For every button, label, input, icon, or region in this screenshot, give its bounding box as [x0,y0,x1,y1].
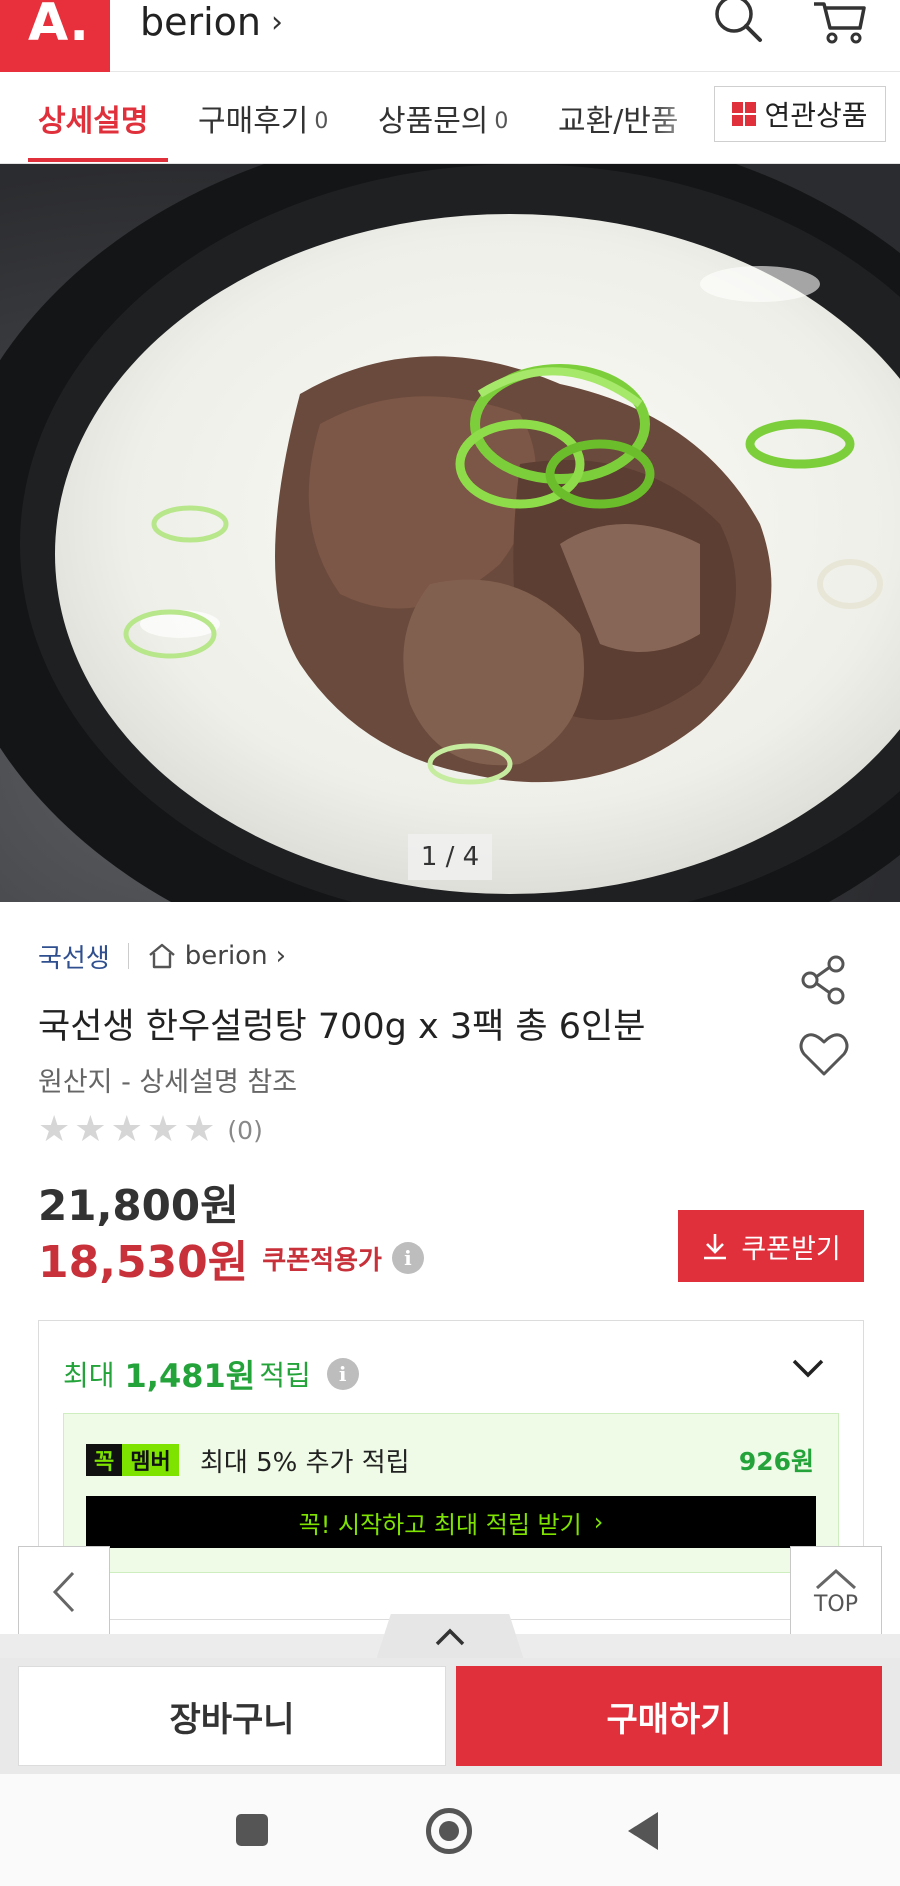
chevron-right-icon: › [593,1508,604,1536]
chevron-right-icon: › [275,941,286,971]
recent-apps-icon[interactable] [236,1814,268,1846]
related-products-label: 연관상품 [764,99,868,132]
back-button[interactable] [18,1546,110,1638]
tab-reviews[interactable]: 구매후기 0 [198,72,328,164]
tab-scroll-fade [650,72,710,162]
info-icon[interactable]: i [391,1242,424,1274]
app-header: A. berion › [0,0,900,72]
member-badge-right: 멤버 [122,1444,179,1476]
chevron-down-icon[interactable] [791,1357,825,1379]
cart-icon[interactable] [810,0,870,50]
scroll-top-button[interactable]: TOP [790,1546,882,1638]
coupon-button-label: 쿠폰받기 [741,1233,841,1265]
star-icon: ★ [74,1109,107,1150]
star-icon: ★ [38,1109,71,1150]
product-image-carousel[interactable] [0,164,900,902]
chevron-left-icon [52,1571,75,1613]
product-origin: 원산지 - 상세설명 참조 [38,1067,298,1098]
soup-photo [0,164,900,902]
tab-inquiries[interactable]: 상품문의 0 [378,72,508,164]
back-triangle-icon[interactable] [628,1812,658,1850]
expand-options-handle[interactable] [376,1614,524,1660]
buy-now-button[interactable]: 구매하기 [456,1666,882,1766]
tab-label: 상품문의 [378,104,489,139]
store-link[interactable]: berion › [140,0,283,44]
member-cta-label: 꼭! 시작하고 최대 적립 받기 [298,1510,582,1539]
member-text: 최대 5% 추가 적립 [200,1447,410,1478]
store-mini-link[interactable]: berion › [147,941,286,971]
tab-detail[interactable]: 상세설명 [38,72,148,164]
star-icon: ★ [146,1109,180,1150]
points-suffix: 적립 [259,1359,311,1392]
tab-label: 상세설명 [38,104,149,139]
tab-label: 구매후기 [198,104,309,139]
original-price: 21,800원 [38,1181,239,1230]
image-counter: 1 / 4 [408,834,492,880]
coupon-price-label: 쿠폰적용가 [262,1245,382,1276]
member-amount: 926원 [738,1447,814,1476]
member-benefit-box: 꼭 멤버 최대 5% 추가 적립 926원 꼭! 시작하고 최대 적립 받기 › [63,1413,839,1573]
purchase-bar: 장바구니 구매하기 [0,1658,900,1774]
add-to-cart-button[interactable]: 장바구니 [18,1666,446,1766]
star-icon: ★ [110,1109,143,1150]
points-panel: 최대 1,481원 적립 i 꼭 멤버 최대 5% 추가 적립 926원 꼭! … [38,1320,864,1620]
chevron-up-icon [815,1568,857,1589]
rating[interactable]: ★ ★ ★ ★ ★ (0) [38,1110,263,1150]
star-icon: ★ [183,1109,216,1150]
member-start-button[interactable]: 꼭! 시작하고 최대 적립 받기 › [86,1496,816,1548]
top-label: TOP [813,1591,859,1617]
store-mini-name: berion [184,941,268,971]
grid-icon [732,102,757,126]
tab-count: 0 [314,108,329,134]
home-button-icon[interactable] [426,1808,472,1854]
chevron-right-icon: › [271,4,284,40]
coupon-download-button[interactable]: 쿠폰받기 [678,1210,864,1282]
member-badge-left: 꼭 [86,1444,123,1476]
sale-price-row: 18,530원 쿠폰적용가 i [38,1226,424,1290]
sale-price: 18,530원 [38,1237,249,1288]
product-title: 국선생 한우설렁탕 700g x 3팩 총 6인분 [38,1007,646,1047]
brand-row: 국선생 berion › [38,936,286,976]
related-products-button[interactable]: 연관상품 [714,86,886,142]
points-summary[interactable]: 최대 1,481원 적립 i [63,1351,359,1397]
divider [127,943,129,969]
search-icon[interactable] [710,0,770,50]
heart-icon[interactable] [796,1026,852,1082]
system-navbar [0,1774,900,1886]
logo[interactable]: A. [0,0,110,72]
rating-count: (0) [227,1115,263,1145]
brand-link[interactable]: 국선생 [38,938,110,975]
points-prefix: 최대 [63,1359,115,1392]
member-badge: 꼭 멤버 [86,1444,179,1476]
info-icon[interactable]: i [326,1358,359,1390]
share-icon[interactable] [796,952,852,1008]
active-tab-indicator [28,158,168,162]
store-name: berion [140,0,262,44]
download-icon [704,1234,727,1260]
home-icon [148,943,175,969]
points-amount: 1,481원 [124,1357,256,1395]
tab-count: 0 [494,108,509,134]
chevron-up-icon [435,1628,465,1646]
